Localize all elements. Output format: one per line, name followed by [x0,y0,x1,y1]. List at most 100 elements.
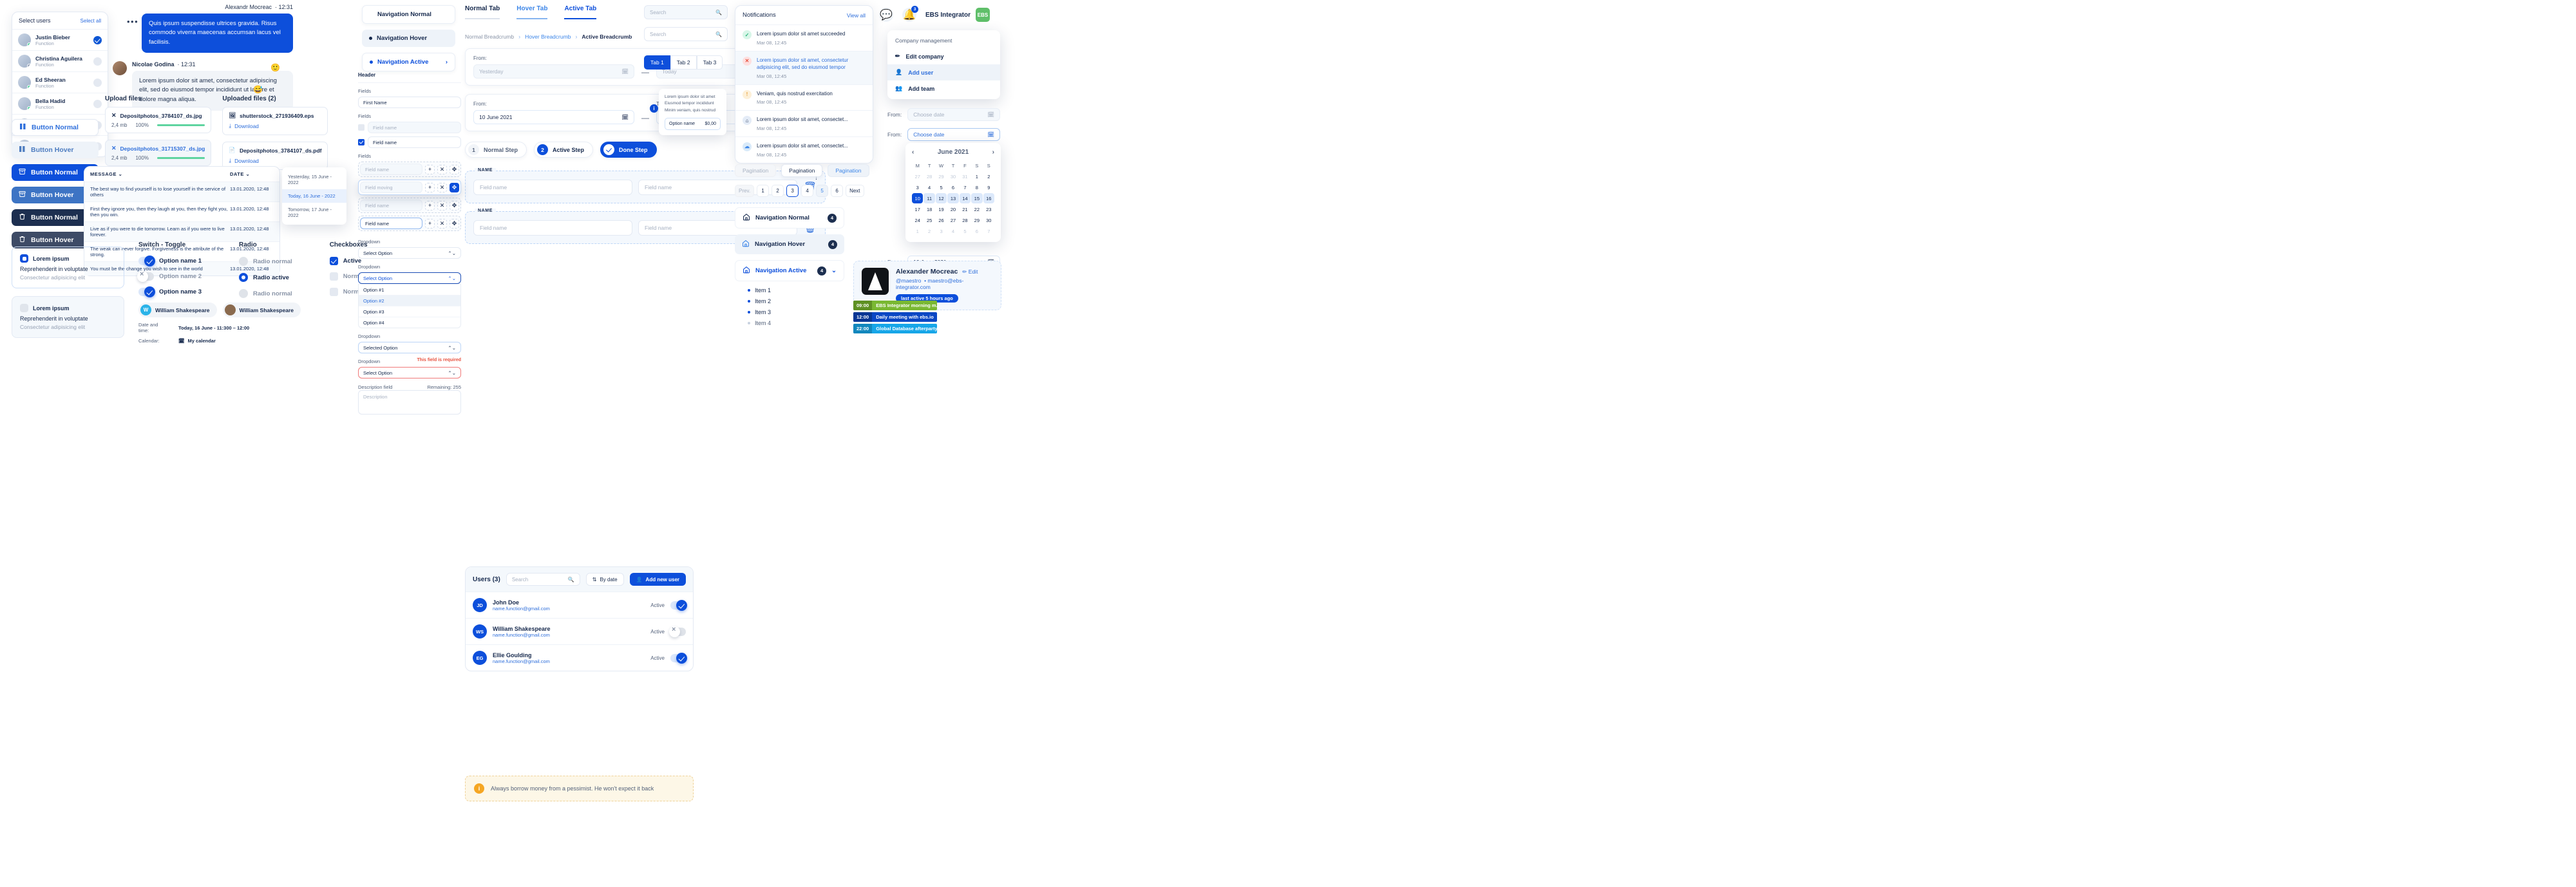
user-list-item[interactable]: WS William Shakespeare name.function@gma… [466,619,693,645]
table-row[interactable]: Live as if you were to die tomorrow. Lea… [84,221,279,241]
user-row[interactable]: Justin Bieber Function [12,30,108,51]
add-field-icon[interactable]: + [425,164,435,174]
calendar-day[interactable]: 27 [912,171,923,182]
radio-row[interactable]: Radio normal [238,257,292,266]
close-icon[interactable]: ✕ [111,112,117,119]
notification-item[interactable]: ☁ Lorem ipsum dolor sit amet, consectet.… [735,137,873,163]
switch-row[interactable]: Option name 1 [138,256,202,266]
calendar-day[interactable]: 12 [935,193,947,203]
notification-item[interactable]: ⌂ Lorem ipsum dolor sit amet, consectet.… [735,111,873,137]
step-active[interactable]: 2 Active Step [534,142,594,158]
calendar-day[interactable]: 25 [923,215,934,225]
radio-button[interactable] [238,257,248,266]
user-checkbox[interactable] [93,78,102,87]
status-toggle[interactable] [670,652,687,664]
radio-button[interactable] [238,289,248,298]
calendar-day[interactable]: 6 [947,182,958,192]
table-row[interactable]: First they ignore you, then they laugh a… [84,201,279,221]
pagination-page-6[interactable]: 6 [831,185,844,197]
field-name-input[interactable]: Field name [360,200,422,211]
remove-field-icon[interactable]: ✕ [437,164,447,174]
chat-icon[interactable]: 💬 [879,8,893,22]
calendar-day[interactable]: 2 [923,226,934,236]
step-done[interactable]: Done Step [600,142,657,158]
field-name-input[interactable]: Field name [368,122,461,133]
pagination-chip-disabled[interactable]: Pagination [735,164,777,177]
calendar-day[interactable]: 3 [912,182,923,192]
field-name-input[interactable]: Field name [368,136,461,148]
dropdown-option[interactable]: Option #4 [359,317,460,328]
nav-sub-item[interactable]: Item 1 [748,287,844,294]
user-chip[interactable]: William Shakespeare [222,303,301,317]
pagination-page-4[interactable]: 4 [801,185,814,197]
lorem-card[interactable]: Lorem ipsum Reprehenderit in voluptate C… [12,247,124,288]
user-email[interactable]: name.function@gmail.com [493,606,645,612]
calendar-day[interactable]: 27 [947,215,958,225]
calendar-day[interactable]: 15 [971,193,983,203]
calendar-day[interactable]: 31 [960,171,971,182]
calendar-day[interactable]: 10 [912,193,923,203]
calendar-day[interactable]: 5 [960,226,971,236]
calendar-day[interactable]: 23 [983,204,994,214]
calendar-day[interactable]: 1 [912,226,923,236]
remove-field-icon[interactable]: ✕ [437,218,447,229]
calendar-day[interactable]: 11 [923,193,935,203]
edit-profile-link[interactable]: ✏ Edit [962,268,978,275]
date-option[interactable]: Yesterday, 15 June - 2022 [282,170,346,189]
calendar-day[interactable]: 28 [960,215,971,225]
dropdown-option[interactable]: Option #1 [359,284,460,295]
radio-button[interactable] [238,273,248,282]
pagination-chip-normal[interactable]: Pagination [781,164,823,177]
calendar-day[interactable]: 9 [983,182,994,192]
nav-item-hover[interactable]: Navigation Hover [362,30,455,47]
field-drag-row[interactable]: Field name + ✕ ✥ [358,198,461,213]
first-name-input[interactable]: First Name [358,97,461,108]
date-option[interactable]: Today, 16 June - 2022 [282,189,346,203]
nav-badge-item-normal[interactable]: Navigation Normal 4 [735,207,844,229]
more-options-icon[interactable]: ••• [127,17,138,26]
toggle-switch[interactable] [138,256,155,266]
radio-row[interactable]: Radio active [238,273,292,282]
user-checkbox[interactable] [93,35,102,44]
chevron-left-icon[interactable]: ‹ [912,149,914,156]
nav-sub-item[interactable]: Item 2 [748,298,844,304]
from-date-input-filled[interactable]: 10 June 2021 🗓 [473,110,634,124]
dropdown-option[interactable]: Option #2 [359,295,460,306]
table-row[interactable]: The best way to find yourself is to lose… [84,182,279,201]
toggle-switch[interactable] [137,270,154,282]
notification-item[interactable]: ✕ Lorem ipsum dolor sit amet, consectetu… [735,51,873,85]
profile-handle[interactable]: @maestro [896,277,921,284]
dropdown-option[interactable]: Option #3 [359,306,460,317]
calendar-day[interactable]: 22 [971,204,982,214]
field-name-input[interactable]: Field name [473,180,632,195]
user-row[interactable]: Bella Hadid Function [12,93,108,115]
search-input-normal[interactable]: Search 🔍 [644,27,728,41]
radio-row[interactable]: Radio normal [238,289,292,298]
calendar-day[interactable]: 18 [923,204,934,214]
calendar-day[interactable]: 30 [947,171,958,182]
calendar-day[interactable]: 8 [971,182,982,192]
info-icon[interactable]: i [650,104,658,113]
company-menu-item[interactable]: ✏ Edit company [887,48,1000,64]
nav-badge-item-active[interactable]: Navigation Active 4 ⌄ [735,260,844,281]
lorem-card[interactable]: Lorem ipsum Reprehenderit in voluptate C… [12,296,124,338]
calendar-day[interactable]: 14 [959,193,971,203]
schedule-event[interactable]: 09:00 EBS Integrator morning m... [853,301,937,310]
emoji-smile-icon[interactable]: 🙂 [270,63,280,72]
date-input-active[interactable]: Choose date 🗓 [907,128,1000,141]
checkbox[interactable] [329,288,338,296]
calendar-value[interactable]: My calendar [188,338,216,344]
calendar-day[interactable]: 4 [947,226,958,236]
pagination-page-5[interactable]: 5 [816,185,829,197]
tab-3[interactable]: Tab 3 [696,55,723,70]
checkbox[interactable] [329,272,338,281]
nav-badge-item-hover[interactable]: Navigation Hover 4 [735,234,844,254]
column-header-date[interactable]: DATE ⌄ [230,171,274,177]
calendar-day[interactable]: 13 [947,193,959,203]
calendar-day[interactable]: 20 [947,204,958,214]
tab-2[interactable]: Tab 2 [670,55,697,70]
field-name-input[interactable]: Field name [360,218,422,229]
pagination-page-3[interactable]: 3 [786,185,799,197]
user-checkbox[interactable] [93,57,102,66]
dropdown-select[interactable]: Select Option ⌃⌄ [358,367,461,378]
